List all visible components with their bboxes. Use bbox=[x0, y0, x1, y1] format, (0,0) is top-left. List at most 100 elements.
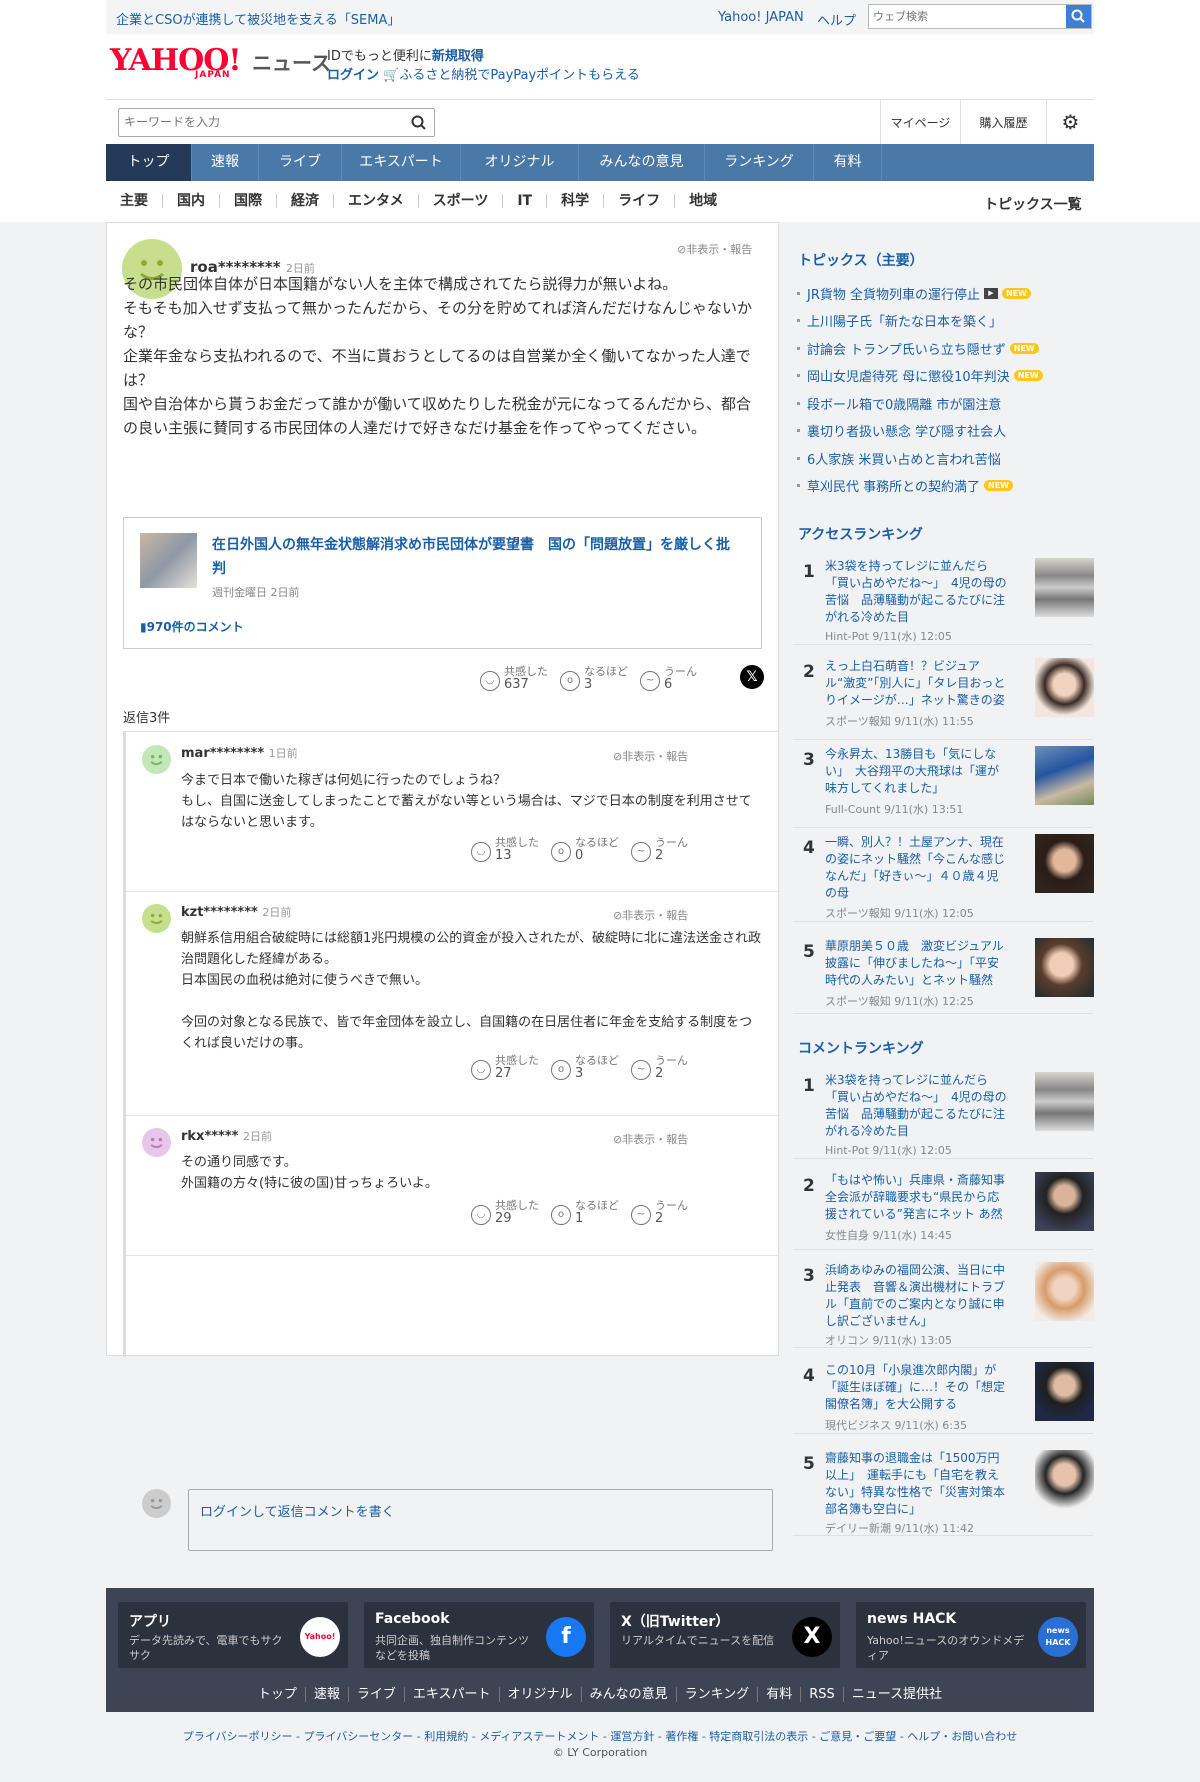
legal-links[interactable]: プライバシーポリシー - プライバシーセンター - 利用規約 - メディアステー… bbox=[0, 1728, 1200, 1744]
web-search-button[interactable] bbox=[1066, 5, 1091, 28]
yahoo-logo-sub: JAPAN bbox=[195, 70, 231, 80]
topic-item[interactable]: 岡山女児虐待死 母に懲役10年判決 NEW bbox=[797, 366, 1043, 385]
ranking-item[interactable]: 5 齋藤知事の退職金は「1500万円以上」 運転手にも「自宅を教えない」特異な性… bbox=[793, 1450, 1094, 1536]
topic-title: 裏切り者扱い懸念 学び隠す社会人 bbox=[807, 425, 1007, 440]
topic-item[interactable]: 草刈民代 事務所との契約満了 NEW bbox=[797, 476, 1013, 495]
x-share-icon[interactable]: 𝕏 bbox=[740, 665, 764, 689]
yahoo-japan-link[interactable]: Yahoo! JAPAN bbox=[718, 10, 804, 25]
mypage-link[interactable]: マイページ bbox=[880, 100, 960, 146]
topic-item[interactable]: 裏切り者扱い懸念 学び隠す社会人 bbox=[797, 421, 1006, 440]
ranking-item[interactable]: 3 今永昇太、13勝目も「気にしない」 大谷翔平の大飛球は「運が味方してくれまし… bbox=[793, 746, 1094, 828]
uun-button[interactable]: ~ うーん 2 bbox=[631, 836, 688, 863]
ranking-item[interactable]: 2 えっ上白石萌音！？ビジュアル“激変”「別人に」「タレ目おっとりイメージが…」… bbox=[793, 658, 1094, 740]
login-link[interactable]: ログイン bbox=[327, 68, 379, 83]
new-badge: NEW bbox=[1009, 343, 1039, 354]
report-link[interactable]: ⊘非表示・報告 bbox=[613, 907, 688, 923]
tab-opinion[interactable]: みんなの意見 bbox=[579, 144, 705, 181]
ranking-item[interactable]: 2 「もはや怖い」兵庫県・斎藤知事 全会派が辞職要求も“県民から応援されている”… bbox=[793, 1172, 1094, 1250]
footer-link[interactable]: エキスパート bbox=[404, 1687, 500, 1702]
topic-item[interactable]: 段ボール箱で0歳隔離 市が園注意 bbox=[797, 394, 1001, 413]
naruhodo-button[interactable]: o なるほど 1 bbox=[551, 1199, 619, 1226]
footer-link[interactable]: オリジナル bbox=[499, 1687, 582, 1702]
naruhodo-count: 3 bbox=[584, 677, 593, 692]
topic-item[interactable]: 討論会 トランプ氏いら立ち隠せず NEW bbox=[797, 339, 1039, 358]
uun-button[interactable]: ~ うーん 2 bbox=[631, 1054, 688, 1081]
category-science[interactable]: 科学 bbox=[547, 194, 605, 208]
category-sports[interactable]: スポーツ bbox=[419, 194, 504, 208]
empathy-button[interactable]: ◡ 共感した 637 bbox=[480, 665, 548, 692]
tab-live[interactable]: ライブ bbox=[259, 144, 342, 181]
category-domestic[interactable]: 国内 bbox=[163, 194, 220, 208]
tab-original[interactable]: オリジナル bbox=[461, 144, 579, 181]
uun-button[interactable]: ~ うーん 6 bbox=[640, 665, 697, 692]
report-link[interactable]: ⊘非表示・報告 bbox=[613, 748, 688, 764]
help-link[interactable]: ヘルプ bbox=[817, 10, 856, 29]
footer-link[interactable]: ランキング bbox=[676, 1687, 759, 1702]
topic-item[interactable]: JR貨物 全貨物列車の運行停止 ▶ NEW bbox=[797, 284, 1031, 303]
footer-link[interactable]: トップ bbox=[249, 1687, 306, 1702]
footer-app-box[interactable]: アプリ データ先読みで、電車でもサクサク Yahoo! bbox=[118, 1602, 348, 1668]
tab-expert[interactable]: エキスパート bbox=[342, 144, 461, 181]
footer-link[interactable]: ライブ bbox=[348, 1687, 405, 1702]
footer-link[interactable]: 有料 bbox=[758, 1687, 802, 1702]
category-life[interactable]: ライフ bbox=[604, 194, 676, 208]
tab-flash[interactable]: 速報 bbox=[192, 144, 259, 181]
report-link[interactable]: ⊘非表示・報告 bbox=[677, 241, 752, 257]
gear-icon[interactable]: ⚙ bbox=[1046, 100, 1094, 146]
reply-login-link[interactable]: ログイン bbox=[200, 1505, 252, 1520]
register-link[interactable]: 新規取得 bbox=[432, 49, 484, 64]
naruhodo-button[interactable]: o なるほど 0 bbox=[551, 836, 619, 863]
bullet bbox=[797, 484, 800, 487]
uun-button[interactable]: ~ うーん 2 bbox=[631, 1199, 688, 1226]
reply-author[interactable]: kzt******** 2日前 bbox=[181, 904, 291, 920]
ranking-item[interactable]: 5 華原朋美５０歳 激変ビジュアル披露に「伸びましたね～」「平安時代の人みたい」… bbox=[793, 938, 1094, 1014]
footer-facebook-box[interactable]: Facebook 共同企画、独自制作コンテンツなどを投稿 f bbox=[364, 1602, 594, 1668]
ranking-item[interactable]: 1 米3袋を持ってレジに並んだら「買い占めやだね～」 4児の母の苦悩 品薄騒動が… bbox=[793, 1072, 1094, 1159]
ranking-item[interactable]: 3 浜崎あゆみの福岡公演、当日に中止発表 音響＆演出機材にトラブル「直前でのご案… bbox=[793, 1262, 1094, 1348]
category-it[interactable]: IT bbox=[503, 194, 548, 208]
category-economy[interactable]: 経済 bbox=[277, 194, 334, 208]
sema-promo-link[interactable]: 企業とCSOが連携して被災地を支える「SEMA」 bbox=[116, 9, 400, 28]
footer-link[interactable]: みんなの意見 bbox=[581, 1687, 677, 1702]
furusato-link[interactable]: ふるさと納税でPayPayポイントもらえる bbox=[399, 68, 639, 83]
category-local[interactable]: 地域 bbox=[675, 194, 731, 208]
empathy-button[interactable]: ◡ 共感した 27 bbox=[471, 1054, 539, 1081]
footer-link[interactable]: ニュース提供社 bbox=[844, 1687, 950, 1702]
empathy-button[interactable]: ◡ 共感した 29 bbox=[471, 1199, 539, 1226]
search-icon[interactable] bbox=[410, 114, 428, 132]
ranking-thumbnail bbox=[1035, 1262, 1094, 1321]
reply-input-box[interactable]: ログインして返信コメントを書く bbox=[188, 1489, 773, 1551]
keyword-search-input[interactable] bbox=[119, 109, 399, 135]
article-card[interactable]: 在日外国人の無年金状態解消求め市民団体が要望書 国の「問題放置」を厳しく批判 週… bbox=[123, 517, 762, 649]
site-header: 企業とCSOが連携して被災地を支える「SEMA」 Yahoo! JAPAN ヘル… bbox=[0, 0, 1200, 222]
web-search-input[interactable] bbox=[869, 5, 1064, 28]
reply-author[interactable]: rkx***** 2日前 bbox=[181, 1128, 272, 1144]
topic-item[interactable]: 上川陽子氏「新たな日本を築く」 bbox=[797, 311, 1002, 330]
footer-link[interactable]: 速報 bbox=[305, 1687, 349, 1702]
category-entertainment[interactable]: エンタメ bbox=[334, 194, 419, 208]
ranking-item[interactable]: 4 一瞬、別人？！土屋アンナ、現在の姿にネット騒然「今こんな感じなんだ」「好きぃ… bbox=[793, 834, 1094, 922]
footer-newshack-box[interactable]: news HACK Yahoo!ニュースのオウンドメディア news HACK bbox=[856, 1602, 1086, 1668]
topic-list-link[interactable]: トピックス一覧 bbox=[984, 194, 1082, 214]
purchase-history-link[interactable]: 購入履歴 bbox=[960, 100, 1046, 146]
report-link[interactable]: ⊘非表示・報告 bbox=[613, 1131, 688, 1147]
surprised-icon: o bbox=[551, 842, 571, 862]
ranking-item[interactable]: 1 米3袋を持ってレジに並んだら「買い占めやだね～」 4児の母の苦悩 品薄騒動が… bbox=[793, 558, 1094, 645]
footer-x-box[interactable]: X（旧Twitter） リアルタイムでニュースを配信 X bbox=[610, 1602, 840, 1668]
tab-ranking[interactable]: ランキング bbox=[705, 144, 814, 181]
tab-top[interactable]: トップ bbox=[106, 144, 192, 181]
empathy-button[interactable]: ◡ 共感した 13 bbox=[471, 836, 539, 863]
footer-link[interactable]: RSS bbox=[801, 1687, 844, 1702]
ranking-item[interactable]: 4 この10月「小泉進次郎内閣」が「誕生ほぼ確」に…！その「想定閣僚名簿」を大公… bbox=[793, 1362, 1094, 1434]
ranking-thumbnail bbox=[1035, 1172, 1094, 1231]
news-logo[interactable]: ニュース bbox=[252, 47, 331, 76]
topic-item[interactable]: 6人家族 米買い占めと言われ苦悩 bbox=[797, 449, 1001, 468]
naruhodo-button[interactable]: o なるほど 3 bbox=[551, 1054, 619, 1081]
reply-author[interactable]: mar******** 1日前 bbox=[181, 745, 298, 761]
naruhodo-button[interactable]: o なるほど 3 bbox=[560, 665, 628, 692]
category-world[interactable]: 国際 bbox=[220, 194, 277, 208]
tab-paid[interactable]: 有料 bbox=[814, 144, 882, 181]
article-title[interactable]: 在日外国人の無年金状態解消求め市民団体が要望書 国の「問題放置」を厳しく批判 bbox=[212, 533, 742, 581]
article-comments-link[interactable]: ▮970件のコメント bbox=[140, 618, 244, 635]
category-main[interactable]: 主要 bbox=[106, 194, 163, 208]
